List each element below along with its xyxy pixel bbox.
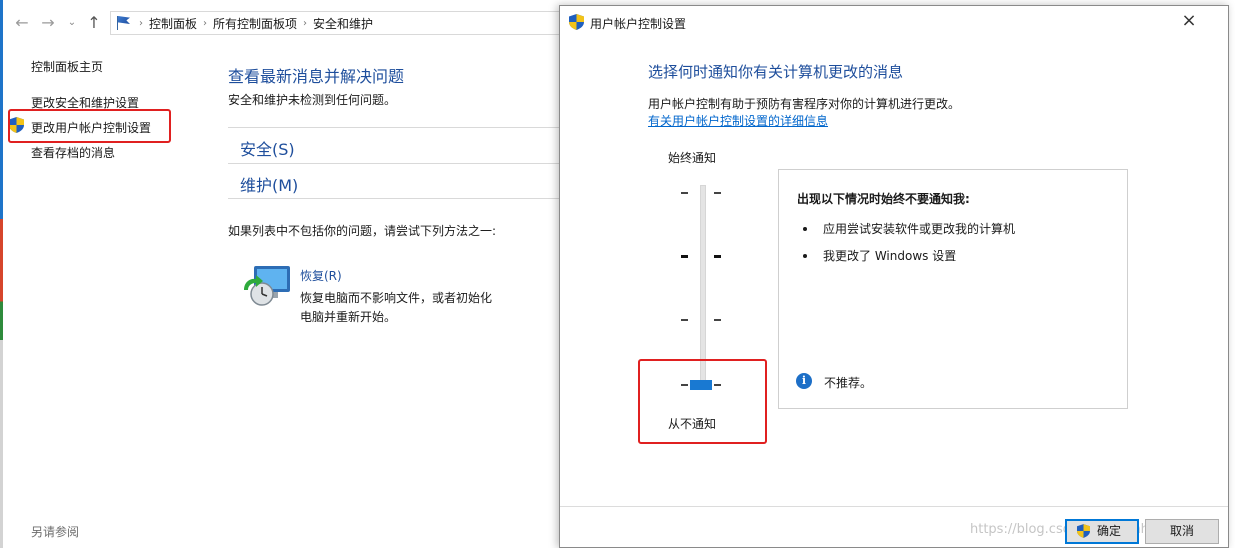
slider-tick [714, 319, 721, 321]
recovery-icon [244, 266, 290, 306]
slider-tick [681, 192, 688, 194]
section-security[interactable]: 安全(S) [228, 127, 568, 163]
sidebar-item-home[interactable]: 控制面板主页 [31, 58, 103, 75]
uac-shield-icon [569, 14, 584, 30]
slider-tick [681, 255, 688, 258]
breadcrumb-security-maintenance[interactable]: 安全和维护 [313, 15, 373, 32]
dialog-titlebar[interactable]: 用户帐户控制设置 × [560, 6, 1228, 37]
page-subtitle: 安全和维护未检测到任何问题。 [228, 93, 397, 107]
recent-chevron-icon[interactable]: ⌄ [62, 13, 82, 33]
breadcrumb-all-items[interactable]: 所有控制面板项 [213, 15, 297, 32]
highlight-box-slider [638, 359, 767, 444]
level-bullet-item: 我更改了 Windows 设置 [823, 249, 957, 263]
dialog-title: 用户帐户控制设置 [590, 17, 687, 31]
section-maintenance[interactable]: 维护(M) [228, 163, 568, 199]
level-description-heading: 出现以下情况时始终不要通知我: [797, 192, 970, 206]
control-panel-flag-icon [115, 15, 133, 31]
dialog-footer: https://blog.csdn.net/chenhong012 确定 取消 [560, 506, 1228, 547]
see-also-heading: 另请参阅 [31, 525, 80, 539]
dialog-heading: 选择何时通知你有关计算机更改的消息 [648, 63, 904, 81]
chevron-right-icon[interactable]: › [139, 18, 143, 29]
info-icon: i [796, 373, 812, 389]
chevron-right-icon[interactable]: › [203, 18, 207, 29]
breadcrumb-control-panel[interactable]: 控制面板 [149, 15, 197, 32]
slider-tick [714, 192, 721, 194]
cancel-button[interactable]: 取消 [1145, 519, 1219, 544]
ok-button[interactable]: 确定 [1065, 519, 1139, 544]
back-arrow-icon[interactable]: ← [12, 13, 32, 33]
ok-button-label: 确定 [1096, 524, 1121, 538]
highlight-box-uac-link [8, 109, 171, 143]
slider-tick [714, 255, 721, 258]
bullet-dot [803, 227, 807, 231]
level-bullet-item: 应用尝试安装软件或更改我的计算机 [823, 222, 1016, 236]
forward-arrow-icon[interactable]: → [38, 13, 58, 33]
chevron-right-icon[interactable]: › [303, 18, 307, 29]
recover-description: 恢复电脑而不影响文件，或者初始化电脑并重新开始。 [300, 291, 493, 324]
sidebar-item-archived-messages[interactable]: 查看存档的消息 [31, 144, 115, 161]
recover-link[interactable]: 恢复(R) [300, 267, 342, 284]
navigation-bar: ← → ⌄ ↑ › 控制面板 › 所有控制面板项 › 安全和维护 [10, 10, 570, 36]
address-bar[interactable]: › 控制面板 › 所有控制面板项 › 安全和维护 [110, 11, 570, 35]
page-title: 查看最新消息并解决问题 [228, 67, 405, 86]
level-recommendation-note: 不推荐。 [824, 376, 873, 390]
uac-shield-icon [1077, 524, 1090, 538]
section-security-label: 安全(S) [240, 140, 295, 159]
slider-tick [681, 319, 688, 321]
section-maintenance-label: 维护(M) [240, 176, 299, 195]
bullet-dot [803, 254, 807, 258]
dialog-description: 用户帐户控制有助于预防有害程序对你的计算机进行更改。 [648, 97, 961, 111]
hint-text: 如果列表中不包括你的问题，请尝试下列方法之一: [228, 224, 497, 238]
slider-top-label: 始终通知 [668, 151, 717, 165]
level-description-box: 出现以下情况时始终不要通知我: 应用尝试安装软件或更改我的计算机 我更改了 Wi… [778, 169, 1128, 409]
close-icon[interactable]: × [1180, 12, 1198, 30]
uac-details-link[interactable]: 有关用户帐户控制设置的详细信息 [648, 112, 828, 129]
up-arrow-icon[interactable]: ↑ [84, 13, 104, 33]
uac-settings-dialog: 用户帐户控制设置 × 选择何时通知你有关计算机更改的消息 用户帐户控制有助于预防… [559, 5, 1229, 548]
